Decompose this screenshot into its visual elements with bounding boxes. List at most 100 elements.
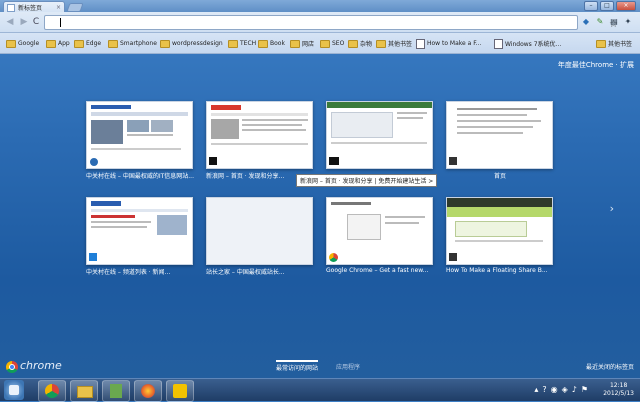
app-icon xyxy=(110,384,122,398)
headline xyxy=(91,215,135,218)
tile-label[interactable]: 站长之家 – 中国最权威站长... xyxy=(206,267,314,276)
network-icon[interactable]: ◉ xyxy=(551,385,558,394)
bookmark-item[interactable]: How to Make a F... xyxy=(416,38,481,49)
bookmark-item[interactable]: Windows 7系统优... xyxy=(494,38,561,49)
chrome-icon xyxy=(45,384,59,398)
bookmark-item[interactable]: Book xyxy=(258,39,285,48)
site-header xyxy=(447,198,552,207)
chrome-wordmark: chrome xyxy=(20,359,62,372)
folder-icon xyxy=(6,39,16,48)
tile-label[interactable]: 中关村在线 – 频道列表 · 新闻... xyxy=(86,267,194,276)
extension-dictionary-icon[interactable]: ◆ xyxy=(580,16,592,28)
bookmark-item[interactable]: App xyxy=(46,39,70,48)
favicon xyxy=(449,253,457,261)
most-visited-tile[interactable] xyxy=(206,197,313,265)
text-line xyxy=(457,120,541,122)
chrome-favicon xyxy=(329,253,338,262)
volume-icon[interactable]: ♪ xyxy=(572,385,577,394)
bookmark-item[interactable]: 网店 xyxy=(290,39,314,48)
tab-close-icon[interactable]: × xyxy=(56,4,61,11)
most-visited-tile[interactable] xyxy=(326,197,433,265)
chevron-up-icon[interactable]: ▴ xyxy=(534,385,538,394)
address-bar[interactable]: ☆ xyxy=(44,15,618,30)
next-page-arrow-icon[interactable]: › xyxy=(610,202,614,215)
flag-icon[interactable]: ⚑ xyxy=(581,385,588,394)
minimize-button[interactable]: – xyxy=(584,1,598,11)
folder-icon xyxy=(596,39,606,48)
clock-time: 12:18 xyxy=(609,382,628,389)
most-visited-tile[interactable] xyxy=(326,101,433,169)
tab-title: 新标签页 xyxy=(18,5,43,12)
site-header xyxy=(327,102,432,108)
bookmark-item-other[interactable]: 其他书签 xyxy=(596,39,632,48)
bookmark-item[interactable]: SEO xyxy=(320,39,344,48)
bookmark-item[interactable]: Edge xyxy=(74,39,101,48)
forward-icon[interactable]: ▶ xyxy=(18,16,30,28)
tab-most-visited[interactable]: 最常访问的网站 xyxy=(276,360,319,372)
text-line xyxy=(457,126,533,128)
tile-label[interactable]: 首页 xyxy=(446,171,554,180)
favicon xyxy=(449,157,457,165)
tile-label[interactable]: How To Make a Floating Share B... xyxy=(446,267,554,274)
bookmark-item[interactable]: wordpressdesign xyxy=(160,39,223,48)
taskbar-app[interactable] xyxy=(166,380,194,402)
new-tab-button[interactable] xyxy=(66,3,84,12)
nav-strip xyxy=(91,112,188,116)
recently-closed-menu[interactable]: 最近关闭的标签页 xyxy=(586,362,634,371)
text-line xyxy=(242,124,302,126)
folder-icon xyxy=(228,39,238,48)
bookmark-item[interactable]: TECH xyxy=(228,39,256,48)
content-panel xyxy=(331,112,393,138)
maximize-button[interactable]: □ xyxy=(600,1,614,11)
text-line xyxy=(457,132,523,134)
bookmark-item[interactable]: Google xyxy=(6,39,39,48)
tab-apps[interactable]: 应用程序 xyxy=(336,362,360,371)
windows-logo-icon xyxy=(9,385,19,395)
page-menu-icon[interactable]: ▤ xyxy=(608,16,620,28)
title-bar: 新标签页 × – □ × xyxy=(0,0,640,13)
thumbnail-image xyxy=(157,215,187,235)
text-caret xyxy=(60,18,61,27)
reload-icon[interactable]: C xyxy=(30,16,42,28)
text-line xyxy=(127,134,173,136)
folder-icon xyxy=(348,39,358,48)
promo-link[interactable]: 年度最佳Chrome · 扩展 xyxy=(558,60,634,70)
help-icon[interactable]: ? xyxy=(542,385,546,394)
most-visited-tile[interactable] xyxy=(446,197,553,265)
start-button[interactable] xyxy=(4,380,24,400)
product-shot xyxy=(347,214,381,240)
folder-icon xyxy=(108,39,118,48)
tooltip: 新浪网 – 首页 · 发现和分享 | 免费开始建站生活 > xyxy=(296,174,438,187)
bookmark-item[interactable]: Smartphone xyxy=(108,39,157,48)
shield-icon[interactable]: ◈ xyxy=(562,385,568,394)
bookmark-item[interactable]: 其他书签 xyxy=(376,39,412,48)
close-window-button[interactable]: × xyxy=(616,1,636,11)
taskbar-chrome[interactable] xyxy=(38,380,66,402)
most-visited-tile[interactable] xyxy=(446,101,553,169)
tile-label[interactable]: Google Chrome – Get a fast new... xyxy=(326,267,434,274)
extension-tool-icon[interactable]: ✎ xyxy=(594,16,606,28)
windows-taskbar: ▴ ? ◉ ◈ ♪ ⚑ 12:18 2012/5/13 xyxy=(0,378,640,402)
back-icon[interactable]: ◀ xyxy=(4,16,16,28)
firefox-icon xyxy=(141,384,155,398)
clock[interactable]: 12:18 2012/5/13 xyxy=(603,382,634,398)
text-line xyxy=(397,112,427,114)
folder-icon xyxy=(74,39,84,48)
taskbar-app[interactable] xyxy=(102,380,130,402)
text-line xyxy=(211,143,308,145)
most-visited-tile[interactable] xyxy=(86,101,193,169)
thumbnail-image xyxy=(127,120,149,132)
thumbnail-image xyxy=(151,120,173,132)
folder-icon xyxy=(376,39,386,48)
tile-label[interactable]: 中关村在线 – 中国最权威的IT信息网站... xyxy=(86,171,194,180)
bookmark-item[interactable]: 杂物 xyxy=(348,39,372,48)
site-logo xyxy=(91,201,121,206)
most-visited-tile[interactable] xyxy=(86,197,193,265)
wrench-menu-icon[interactable]: ✦ xyxy=(622,16,634,28)
most-visited-tile[interactable] xyxy=(206,101,313,169)
taskbar-explorer[interactable] xyxy=(70,380,98,402)
favicon xyxy=(89,253,97,261)
text-line xyxy=(455,240,543,242)
taskbar-firefox[interactable] xyxy=(134,380,162,402)
text-line xyxy=(457,114,527,116)
